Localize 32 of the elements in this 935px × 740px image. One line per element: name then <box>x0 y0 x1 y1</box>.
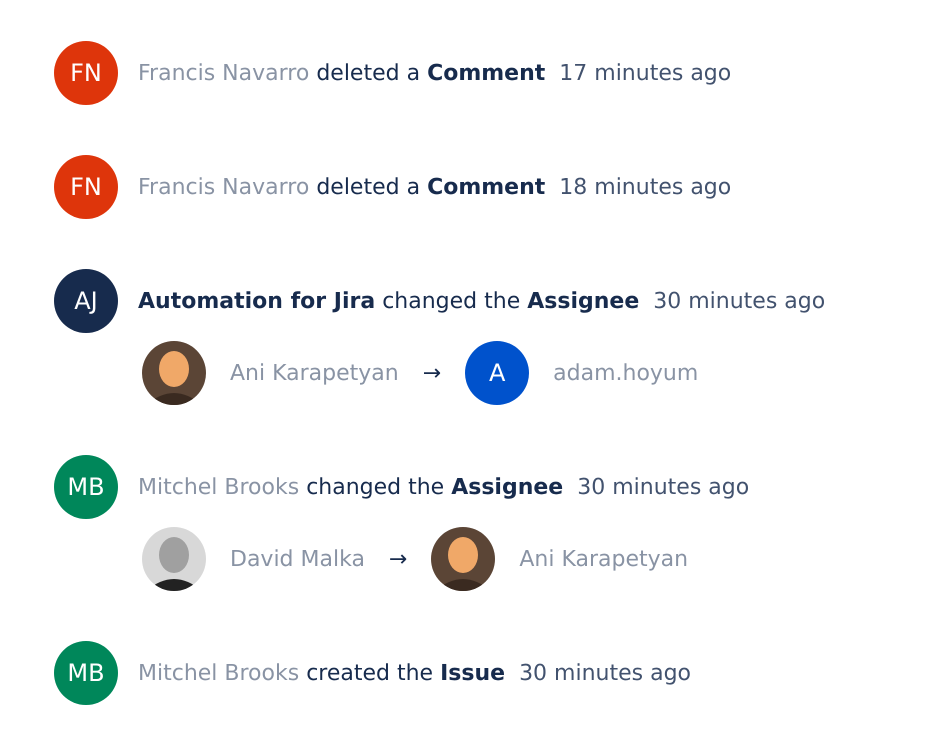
timestamp: 17 minutes ago <box>559 60 732 86</box>
user-avatar: MB <box>54 455 118 519</box>
user-avatar: MB <box>54 641 118 705</box>
action-text: deleted a <box>316 174 420 200</box>
field-name: Assignee <box>451 474 564 500</box>
timestamp: 30 minutes ago <box>519 660 692 686</box>
arrow-glyph: → <box>388 546 408 572</box>
user-name: David Malka <box>230 546 365 572</box>
user-name[interactable]: Francis Navarro <box>138 60 310 86</box>
user-avatar: FN <box>54 41 118 105</box>
user-name[interactable]: Mitchel Brooks <box>138 660 300 686</box>
action-text: created the <box>306 660 434 686</box>
action-text: changed the <box>306 474 444 500</box>
user-name: adam.hoyum <box>553 360 698 386</box>
user-avatar: A <box>465 341 530 405</box>
user-name: Ani Karapetyan <box>519 546 688 572</box>
timestamp: 30 minutes ago <box>653 288 826 314</box>
action-text: changed the <box>382 288 520 314</box>
user-name[interactable]: Mitchel Brooks <box>138 474 300 500</box>
user-name[interactable]: Automation for Jira <box>138 288 376 314</box>
field-name: Issue <box>440 660 506 686</box>
user-avatar: AJ <box>54 269 118 333</box>
timestamp: 18 minutes ago <box>559 174 732 200</box>
user-avatar: FN <box>54 155 118 219</box>
timestamp: 30 minutes ago <box>577 474 750 500</box>
field-name: Comment <box>427 60 546 86</box>
field-name: Assignee <box>527 288 640 314</box>
arrow-glyph: → <box>422 360 442 386</box>
user-name[interactable]: Francis Navarro <box>138 174 310 200</box>
user-name: Ani Karapetyan <box>230 360 399 386</box>
field-name: Comment <box>427 174 546 200</box>
action-text: deleted a <box>316 60 420 86</box>
